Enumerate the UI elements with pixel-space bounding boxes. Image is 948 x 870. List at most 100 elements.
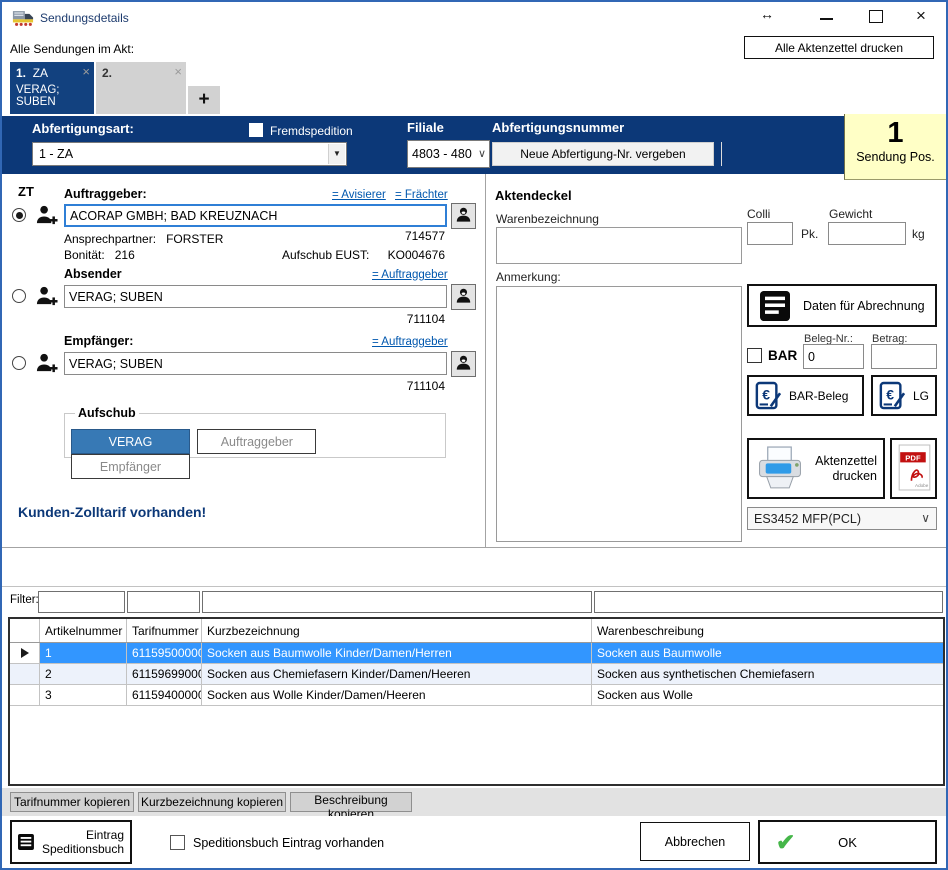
tarifnummer-kopieren-button[interactable]: Tarifnummer kopieren (10, 792, 134, 812)
auftraggeber-radio[interactable] (12, 208, 26, 222)
bonitaet-label: Bonität: (64, 248, 105, 262)
row-selector-cell (10, 643, 40, 663)
beleg-nr-input[interactable] (803, 344, 864, 369)
cell-kurzbezeichnung[interactable]: Socken aus Chemiefasern Kinder/Damen/Hee… (202, 664, 592, 684)
beschreibung-kopieren-button[interactable]: Beschreibung kopieren (290, 792, 412, 812)
auftraggeber-contact-button[interactable] (451, 203, 476, 229)
filiale-select[interactable]: 4803 - 480 ∨ (407, 140, 490, 168)
absender-label: Absender (64, 267, 122, 281)
tab2-close-icon[interactable]: × (174, 64, 182, 79)
table-row[interactable]: 2 61159699000 Socken aus Chemiefasern Ki… (10, 664, 943, 685)
bar-checkbox[interactable] (747, 348, 762, 363)
tab-sendung-1[interactable]: 1. ZA × VERAG; SUBEN (10, 62, 94, 114)
list-icon (759, 291, 791, 321)
minimize-icon[interactable] (816, 6, 838, 26)
cell-tarifnummer[interactable]: 61159699000 (127, 664, 202, 684)
absender-auftraggeber-link[interactable]: = Auftraggeber (372, 269, 448, 281)
empfaenger-contact-button[interactable] (451, 351, 476, 377)
table-header-row: Artikelnummer Tarifnummer Kurzbezeichnun… (10, 619, 943, 643)
fremdspedition-checkbox[interactable] (249, 123, 263, 137)
betrag-input[interactable] (871, 344, 937, 369)
ok-button[interactable]: ✔ OK (758, 820, 937, 864)
bar-beleg-button[interactable]: € BAR-Beleg (747, 375, 864, 416)
resize-icon[interactable]: ↔ (756, 6, 778, 26)
add-person-icon[interactable] (35, 284, 58, 308)
alle-aktenzettel-drucken-button[interactable]: Alle Aktenzettel drucken (744, 36, 934, 59)
bonitaet-value: 216 (115, 248, 135, 262)
anmerkung-textarea[interactable] (496, 286, 742, 542)
warenbezeichnung-label: Warenbezeichnung (496, 212, 599, 226)
col-tarifnummer[interactable]: Tarifnummer (127, 619, 202, 642)
cell-artikelnummer[interactable]: 3 (40, 685, 127, 705)
kurzbezeichnung-kopieren-button[interactable]: Kurzbezeichnung kopieren (138, 792, 286, 812)
add-sendung-button[interactable]: + (188, 86, 220, 114)
pk-label: Pk. (801, 227, 818, 241)
filiale-chevron-icon[interactable]: ∨ (478, 147, 486, 160)
auftraggeber-kundennummer: 714577 (405, 229, 445, 243)
divider (2, 547, 946, 548)
cell-warenbeschreibung[interactable]: Socken aus Wolle (592, 685, 943, 705)
neue-abfertigungsnummer-button[interactable]: Neue Abfertigung-Nr. vergeben (492, 142, 714, 166)
cell-artikelnummer[interactable]: 2 (40, 664, 127, 684)
colli-input[interactable] (747, 222, 793, 245)
speditionsbuch-button-label: Eintrag Speditionsbuch (42, 828, 124, 856)
printer-value: ES3452 MFP(PCL) (754, 512, 861, 526)
filter-warenbeschreibung-input[interactable] (594, 591, 943, 613)
filter-artikelnummer-input[interactable] (38, 591, 125, 613)
tab-sendung-2[interactable]: 2. × (96, 62, 186, 114)
combo-dropdown-icon[interactable]: ▼ (328, 144, 345, 164)
maximize-icon[interactable] (864, 6, 886, 26)
pdf-icon: PDF Adobe (897, 444, 932, 491)
cell-kurzbezeichnung[interactable]: Socken aus Baumwolle Kinder/Damen/Herren (202, 643, 592, 663)
cell-artikelnummer[interactable]: 1 (40, 643, 127, 663)
col-warenbeschreibung[interactable]: Warenbeschreibung (592, 619, 943, 642)
tab1-close-icon[interactable]: × (82, 64, 90, 79)
warenbezeichnung-textarea[interactable] (496, 227, 742, 264)
table-row[interactable]: 3 61159400000 Socken aus Wolle Kinder/Da… (10, 685, 943, 706)
ansprechpartner-line: Ansprechpartner: FORSTER (64, 232, 223, 246)
absender-input[interactable] (64, 285, 447, 308)
avisierer-link[interactable]: = Avisierer (332, 189, 386, 201)
eintrag-speditionsbuch-button[interactable]: Eintrag Speditionsbuch (10, 820, 132, 864)
col-artikelnummer[interactable]: Artikelnummer (40, 619, 127, 642)
cell-warenbeschreibung[interactable]: Socken aus synthetischen Chemiefasern (592, 664, 943, 684)
lg-button[interactable]: € LG (871, 375, 937, 416)
close-icon[interactable]: × (910, 6, 932, 26)
svg-text:Adobe: Adobe (915, 483, 929, 488)
fraechter-link[interactable]: = Frächter (395, 189, 448, 201)
empfaenger-input[interactable] (64, 352, 447, 375)
table-row[interactable]: 1 61159500000 Socken aus Baumwolle Kinde… (10, 643, 943, 664)
cell-warenbeschreibung[interactable]: Socken aus Baumwolle (592, 643, 943, 663)
empfaenger-radio[interactable] (12, 356, 26, 370)
filter-tarifnummer-input[interactable] (127, 591, 200, 613)
svg-text:€: € (762, 386, 770, 402)
filter-kurzbezeichnung-input[interactable] (202, 591, 592, 613)
cell-tarifnummer[interactable]: 61159400000 (127, 685, 202, 705)
gewicht-input[interactable] (828, 222, 906, 245)
aufschub-empfaenger-button[interactable]: Empfänger (71, 454, 190, 479)
aufschub-verag-button[interactable]: VERAG (71, 429, 190, 454)
divider (721, 142, 722, 166)
add-person-icon[interactable] (35, 203, 58, 227)
add-person-icon[interactable] (35, 351, 58, 375)
aktenzettel-drucken-button[interactable]: Aktenzettel drucken (747, 438, 885, 499)
col-kurzbezeichnung[interactable]: Kurzbezeichnung (202, 619, 592, 642)
person-icon (455, 286, 472, 305)
cell-kurzbezeichnung[interactable]: Socken aus Wolle Kinder/Damen/Heeren (202, 685, 592, 705)
aufschub-eust-label: Aufschub EUST: (282, 248, 369, 262)
empfaenger-auftraggeber-link[interactable]: = Auftraggeber (372, 336, 448, 348)
cell-tarifnummer[interactable]: 61159500000 (127, 643, 202, 663)
daten-fuer-abrechnung-button[interactable]: Daten für Abrechnung (747, 284, 937, 327)
abfertigungsart-combobox[interactable]: 1 - ZA ▼ (32, 142, 347, 166)
aufschub-auftraggeber-button[interactable]: Auftraggeber (197, 429, 316, 454)
printer-select[interactable]: ES3452 MFP(PCL) ∨ (747, 507, 937, 530)
pdf-button[interactable]: PDF Adobe (890, 438, 937, 499)
abbrechen-button[interactable]: Abbrechen (640, 822, 750, 861)
printer-chevron-icon[interactable]: ∨ (921, 511, 930, 525)
auftraggeber-input[interactable] (64, 204, 447, 227)
absender-contact-button[interactable] (451, 284, 476, 310)
speditionsbuch-checkbox[interactable] (170, 835, 185, 850)
sendungsdetails-window: Sendungsdetails ↔ × Alle Sendungen im Ak… (0, 0, 948, 870)
absender-radio[interactable] (12, 289, 26, 303)
bar-label: BAR (768, 348, 797, 363)
